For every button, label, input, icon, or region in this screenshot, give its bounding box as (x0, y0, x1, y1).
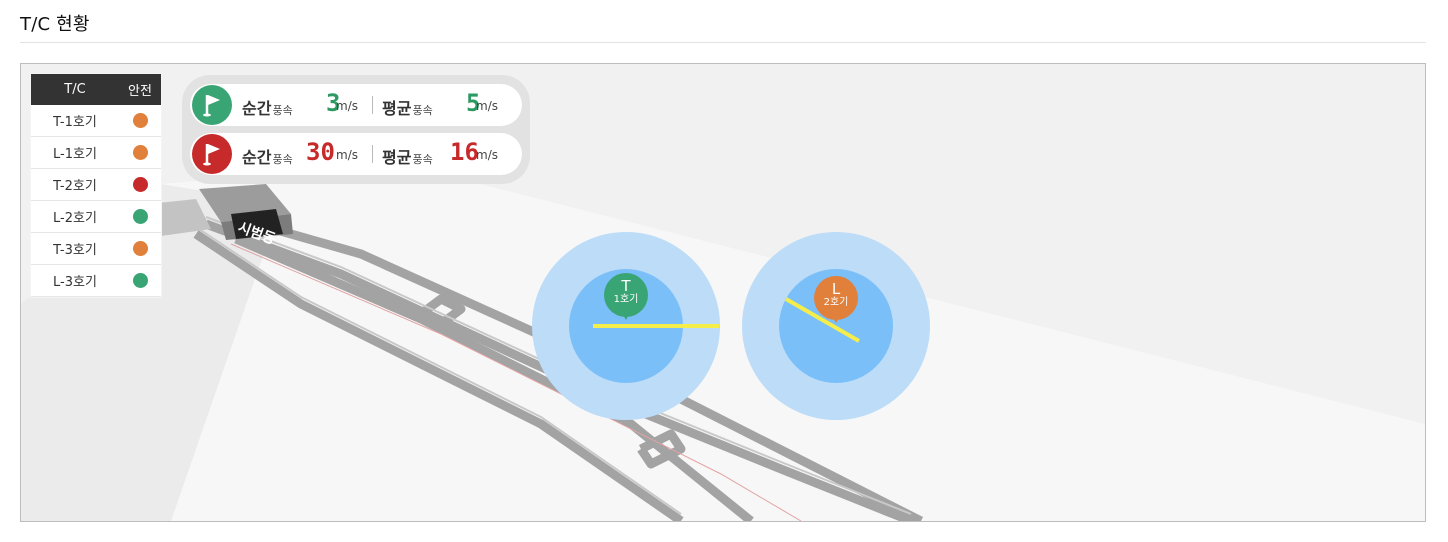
instant-wind-label: 순간풍속 (242, 148, 293, 167)
crane-letter: T (621, 277, 631, 295)
instant-wind-unit: m/s (336, 148, 358, 162)
status-dot-icon (132, 273, 148, 288)
tc-name: T-3호기 (31, 232, 119, 265)
crane-letter: L (831, 280, 841, 298)
instant-wind-value: 30 (306, 138, 335, 166)
avg-wind-label: 평균풍속 (382, 99, 433, 118)
avg-wind-label: 평균풍속 (382, 148, 433, 167)
tc-name: T-1호기 (31, 105, 119, 137)
safety-status (119, 232, 161, 265)
site-map[interactable]: 시범동 T/C 안전 T-1호기 L-1호기 T-2호기 L-2호기 T-3호기 L-3호… (20, 63, 1426, 522)
safety-status (119, 200, 161, 233)
safety-column-header: 안전 (119, 74, 161, 105)
table-row[interactable]: T-3호기 (31, 232, 161, 265)
title-divider (20, 42, 1426, 43)
table-row[interactable]: T-2호기 (31, 168, 161, 201)
wind-row-alert: 순간풍속 30 m/s 평균풍속 16 m/s (190, 133, 522, 175)
crane-label: 2호기 (823, 297, 849, 308)
wind-row-normal: 순간풍속 3 m/s 평균풍속 5 m/s (190, 84, 522, 126)
status-dot-icon (132, 209, 148, 224)
marker-pointer (622, 313, 630, 320)
instant-wind-label: 순간풍속 (242, 99, 293, 118)
table-row[interactable]: L-1호기 (31, 136, 161, 169)
safety-status (119, 136, 161, 169)
instant-wind-unit: m/s (336, 99, 358, 113)
page-title: T/C 현황 (20, 14, 90, 35)
safety-status (119, 105, 161, 137)
crane-label: 1호기 (613, 294, 639, 305)
table-row[interactable]: T-1호기 (31, 105, 161, 137)
separator (372, 96, 373, 114)
tc-name: L-2호기 (31, 200, 119, 233)
table-row[interactable]: L-2호기 (31, 200, 161, 233)
tc-column-header: T/C (31, 74, 119, 105)
separator (372, 145, 373, 163)
status-dot-icon (132, 145, 148, 160)
avg-wind-value: 16 (450, 138, 479, 166)
crane-marker-l2[interactable]: L 2호기 (814, 276, 858, 323)
status-dot-icon (132, 241, 148, 256)
zone-circle-1 (532, 232, 720, 420)
safety-status (119, 168, 161, 201)
tc-name: L-3호기 (31, 264, 119, 297)
avg-wind-unit: m/s (476, 99, 498, 113)
flag-icon (192, 85, 232, 125)
crane-marker-t1[interactable]: T 1호기 (604, 273, 648, 320)
flag-icon (192, 134, 232, 174)
marker-pointer (832, 316, 840, 323)
zone-circle-2 (742, 232, 930, 420)
wind-panel: 순간풍속 3 m/s 평균풍속 5 m/s 순간풍속 30 m/s 평균풍속 1… (182, 75, 530, 184)
safety-status (119, 264, 161, 297)
tc-name: L-1호기 (31, 136, 119, 169)
tc-name: T-2호기 (31, 168, 119, 201)
table-row[interactable]: L-3호기 (31, 264, 161, 297)
tc-status-table: T/C 안전 T-1호기 L-1호기 T-2호기 L-2호기 T-3호기 L-3호기 (31, 74, 161, 297)
status-dot-icon (132, 113, 148, 128)
avg-wind-unit: m/s (476, 148, 498, 162)
status-dot-icon (132, 177, 148, 192)
